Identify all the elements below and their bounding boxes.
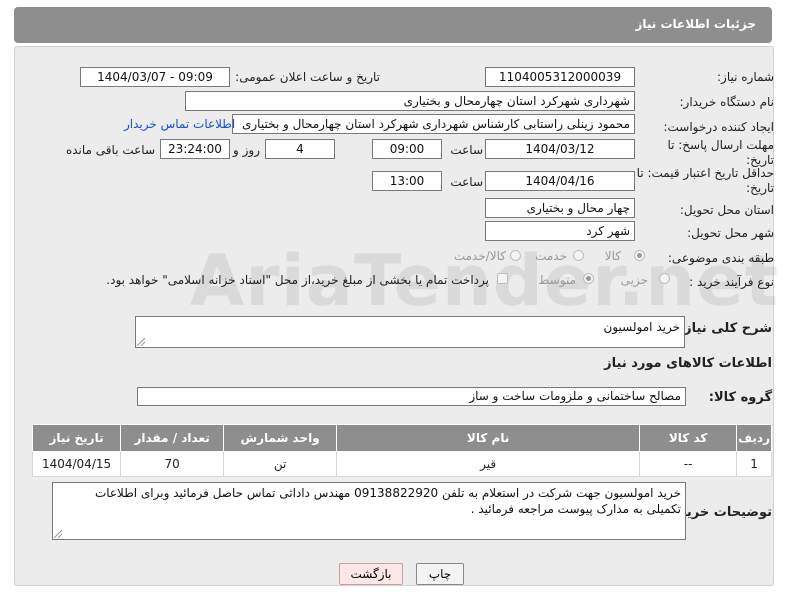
validity-date-field[interactable]: 1404/04/16: [485, 171, 635, 191]
col-unit: واحد شمارش: [223, 424, 338, 452]
back-button[interactable]: بازگشت: [339, 563, 403, 585]
goods-group-field[interactable]: مصالح ساختمانی و ملزومات ساخت و ساز: [137, 387, 686, 406]
col-qty: تعداد / مقدار: [120, 424, 225, 452]
cell-row: 1: [736, 451, 772, 477]
col-name: نام کالا: [336, 424, 641, 452]
category-label: طبقه بندی موضوعی:: [667, 251, 774, 265]
page-header: جزئیات اطلاعات نیاز: [14, 7, 772, 43]
goods-table: ردیف کد کالا نام کالا واحد شمارش تعداد /…: [31, 424, 772, 477]
announce-field[interactable]: 1404/03/07 - 09:09: [80, 67, 230, 87]
buyer-org-label: نام دستگاه خریدار:: [679, 95, 775, 109]
remaining-label: ساعت باقی مانده: [65, 143, 155, 157]
process-minor-label: جزیی: [620, 273, 648, 287]
col-code: کد کالا: [639, 424, 738, 452]
province-field[interactable]: چهار محال و بختیاری: [485, 198, 635, 218]
requester-field[interactable]: محمود زینلی راستابی کارشناس شهرداری شهرک…: [232, 114, 635, 134]
col-row: ردیف: [736, 424, 772, 452]
province-label: استان محل تحویل:: [679, 203, 774, 217]
category-service-radio[interactable]: [573, 250, 584, 261]
reply-deadline-label: مهلت ارسال پاسخ: تا تاریخ:: [667, 138, 774, 167]
need-number-field[interactable]: 1104005312000039: [485, 67, 635, 87]
category-goods-service-radio[interactable]: [510, 250, 521, 261]
summary-label: شرح کلی نیاز:: [678, 321, 772, 336]
validity-time-field[interactable]: 13:00: [372, 171, 442, 191]
city-field[interactable]: شهر کرد: [485, 221, 635, 241]
cell-name: قیر: [336, 451, 641, 477]
goods-table-header: ردیف کد کالا نام کالا واحد شمارش تعداد /…: [31, 424, 772, 452]
city-label: شهر محل تحویل:: [687, 226, 774, 240]
goods-section-title: اطلاعات کالاهای مورد نیاز: [604, 356, 772, 371]
category-goods-service-label: کالا/خدمت: [453, 249, 506, 263]
treasury-payment-checkbox[interactable]: [497, 273, 508, 284]
requester-label: ایجاد کننده درخواست:: [663, 120, 774, 134]
announce-label: تاریخ و ساعت اعلان عمومی:: [235, 70, 380, 84]
print-button[interactable]: چاپ: [416, 563, 464, 585]
cell-date: 1404/04/15: [31, 451, 122, 477]
summary-field[interactable]: خرید امولسیون: [135, 316, 685, 348]
payment-note: پرداخت تمام یا بخشی از مبلغ خرید،از محل …: [106, 273, 489, 287]
process-medium-radio[interactable]: [583, 273, 594, 284]
reply-time-field[interactable]: 09:00: [372, 139, 442, 159]
category-goods-radio[interactable]: [634, 250, 645, 261]
category-service-label: خدمت: [535, 249, 567, 263]
process-medium-label: متوسط: [538, 273, 576, 287]
price-validity-label: حداقل تاریخ اعتبار قیمت: تا تاریخ:: [636, 166, 774, 195]
need-number-label: شماره نیاز:: [717, 70, 774, 84]
summary-resize-icon[interactable]: [137, 338, 145, 346]
cell-qty: 70: [120, 451, 225, 477]
days-label: روز و: [233, 143, 260, 157]
validity-time-label: ساعت: [450, 175, 483, 189]
notes-resize-icon[interactable]: [54, 530, 62, 538]
category-goods-label: کالا: [604, 249, 621, 263]
days-field[interactable]: 4: [265, 139, 335, 159]
table-row: 1 -- قیر تن 70 1404/04/15: [31, 451, 772, 477]
reply-time-label: ساعت: [450, 143, 483, 157]
cell-unit: تن: [223, 451, 338, 477]
process-minor-radio[interactable]: [659, 273, 670, 284]
process-label: نوع فرآیند خرید :: [689, 275, 774, 289]
col-date: تاریخ نیاز: [31, 424, 122, 452]
buyer-contact-link[interactable]: اطلاعات تماس خریدار: [124, 117, 235, 131]
remaining-time-field[interactable]: 23:24:00: [160, 139, 230, 159]
buyer-notes-field[interactable]: خرید امولسیون جهت شرکت در استعلام به تلف…: [52, 482, 686, 540]
page-title: جزئیات اطلاعات نیاز: [635, 17, 756, 31]
buyer-org-field[interactable]: شهرداری شهرکرد استان چهارمحال و بختیاری: [185, 91, 635, 111]
reply-date-field[interactable]: 1404/03/12: [485, 139, 635, 159]
cell-code: --: [639, 451, 738, 477]
goods-group-label: گروه کالا:: [708, 390, 772, 405]
